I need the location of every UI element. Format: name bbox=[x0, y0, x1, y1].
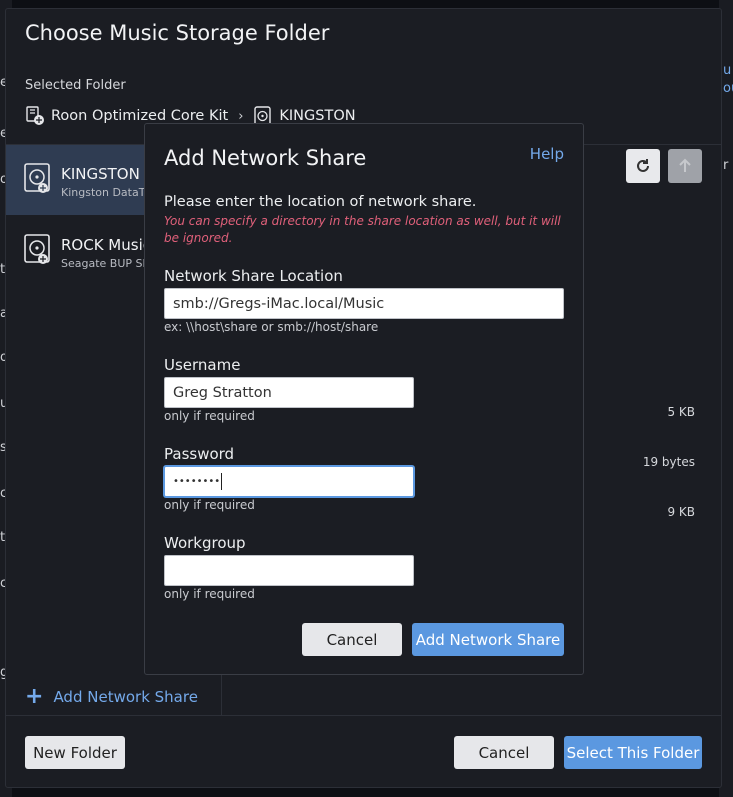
add-network-share-link[interactable]: + Add Network Share bbox=[25, 686, 198, 708]
modal-title: Add Network Share bbox=[164, 146, 367, 170]
location-hint: ex: \\host\share or smb://host/share bbox=[164, 320, 379, 334]
username-hint: only if required bbox=[164, 409, 255, 423]
username-label: Username bbox=[164, 356, 241, 374]
hard-drive-icon bbox=[24, 234, 50, 266]
refresh-button[interactable] bbox=[626, 149, 660, 183]
help-link[interactable]: Help bbox=[530, 145, 564, 163]
chevron-right-icon: › bbox=[238, 108, 244, 124]
workgroup-input[interactable] bbox=[164, 555, 414, 586]
drive-name: ROCK Music bbox=[61, 236, 151, 254]
arrow-up-icon bbox=[679, 158, 691, 172]
background-letter: ou bbox=[723, 81, 733, 96]
username-value: Greg Stratton bbox=[173, 384, 272, 401]
background-letter: r bbox=[723, 158, 729, 173]
location-value: smb://Gregs-iMac.local/Music bbox=[173, 295, 385, 312]
breadcrumb-kingston[interactable]: KINGSTON bbox=[279, 108, 355, 124]
add-network-share-button[interactable]: Add Network Share bbox=[412, 623, 564, 656]
modal-cancel-button[interactable]: Cancel bbox=[302, 623, 402, 656]
up-folder-button[interactable] bbox=[668, 149, 702, 183]
selected-folder-label: Selected Folder bbox=[25, 78, 126, 93]
password-value: •••••••• bbox=[173, 476, 221, 487]
new-folder-button[interactable]: New Folder bbox=[25, 736, 125, 769]
drive-name: KINGSTON bbox=[61, 165, 140, 183]
file-size: 9 KB bbox=[667, 505, 695, 519]
network-share-location-input[interactable]: smb://Gregs-iMac.local/Music bbox=[164, 288, 564, 319]
password-input[interactable]: •••••••• bbox=[164, 466, 414, 497]
intro-text: Please enter the location of network sha… bbox=[164, 194, 477, 210]
footer-divider bbox=[6, 715, 721, 716]
hard-drive-icon bbox=[24, 163, 50, 195]
location-label: Network Share Location bbox=[164, 267, 343, 285]
background-letter: u bbox=[723, 63, 732, 78]
workgroup-label: Workgroup bbox=[164, 534, 246, 552]
file-size: 19 bytes bbox=[642, 455, 695, 469]
username-input[interactable]: Greg Stratton bbox=[164, 377, 414, 408]
breadcrumb-core-kit[interactable]: Roon Optimized Core Kit bbox=[51, 108, 228, 124]
password-label: Password bbox=[164, 445, 235, 463]
plus-icon: + bbox=[25, 684, 44, 709]
file-size: 5 KB bbox=[667, 405, 695, 419]
cancel-button[interactable]: Cancel bbox=[454, 736, 554, 769]
drive-model: Kingston DataTra bbox=[61, 186, 156, 199]
select-this-folder-button[interactable]: Select This Folder bbox=[564, 736, 702, 769]
refresh-icon bbox=[637, 159, 649, 172]
add-network-share-label: Add Network Share bbox=[53, 688, 198, 706]
text-caret bbox=[221, 473, 223, 490]
add-network-share-modal: Add Network Share Help Please enter the … bbox=[144, 123, 584, 675]
core-kit-icon bbox=[25, 106, 45, 126]
password-hint: only if required bbox=[164, 498, 255, 512]
workgroup-hint: only if required bbox=[164, 587, 255, 601]
dialog-title: Choose Music Storage Folder bbox=[25, 21, 330, 45]
warning-text: You can specify a directory in the share… bbox=[164, 214, 561, 245]
